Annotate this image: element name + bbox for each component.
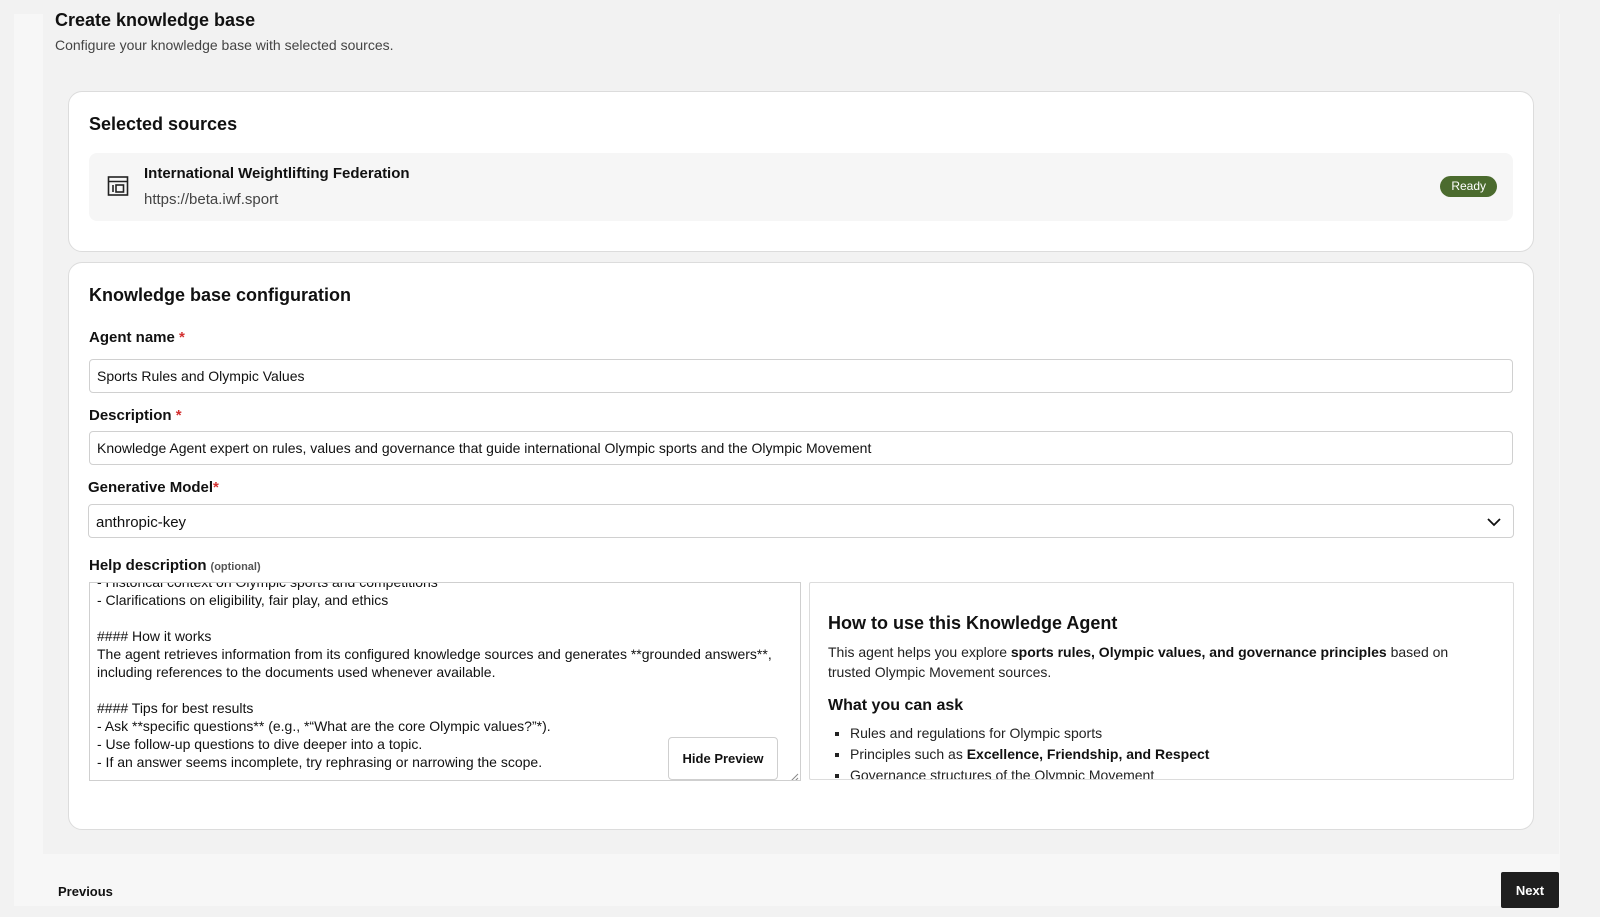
- list-item-prefix: Principles such as: [850, 746, 967, 762]
- source-name: International Weightlifting Federation: [144, 165, 410, 182]
- list-item: Governance structures of the Olympic Mov…: [850, 765, 1209, 779]
- help-description-label-text: Help description: [89, 557, 207, 574]
- list-item: Principles such as Excellence, Friendshi…: [850, 744, 1209, 765]
- description-input[interactable]: [89, 431, 1513, 465]
- configuration-title: Knowledge base configuration: [89, 285, 352, 305]
- previous-button[interactable]: Previous: [58, 884, 113, 899]
- preview-intro-prefix: This agent helps you explore: [828, 644, 1011, 660]
- preview-intro-bold: sports rules, Olympic values, and govern…: [1010, 644, 1387, 660]
- selected-sources-card: Selected sources International Weightlif…: [68, 91, 1534, 252]
- agent-name-input[interactable]: [89, 359, 1513, 393]
- list-item-bold: Excellence, Friendship, and Respect: [966, 746, 1210, 762]
- generative-model-label-text: Generative Model: [88, 479, 214, 496]
- chevron-down-icon: [1486, 514, 1502, 530]
- hide-preview-button[interactable]: Hide Preview: [668, 737, 778, 780]
- status-badge: Ready: [1440, 176, 1497, 197]
- required-mark: *: [175, 407, 182, 424]
- required-mark: *: [213, 479, 219, 496]
- configuration-card: Knowledge base configuration Agent name …: [68, 262, 1534, 830]
- help-description-label: Help description (optional): [89, 557, 261, 574]
- page-title: Create knowledge base: [55, 10, 256, 30]
- source-item[interactable]: International Weightlifting Federation h…: [89, 153, 1513, 221]
- next-button[interactable]: Next: [1501, 872, 1559, 908]
- generative-model-label: Generative Model*: [88, 479, 219, 496]
- web-page-icon: [107, 175, 129, 197]
- generative-model-select[interactable]: anthropic-key: [88, 504, 1514, 538]
- agent-name-label-text: Agent name: [89, 329, 175, 346]
- optional-tag: (optional): [210, 561, 261, 573]
- preview-subheading: What you can ask: [828, 697, 964, 714]
- page-subtitle: Configure your knowledge base with selec…: [55, 37, 394, 53]
- list-item: Rules and regulations for Olympic sports: [850, 723, 1209, 744]
- help-preview-panel: How to use this Knowledge Agent This age…: [809, 582, 1514, 780]
- description-label-text: Description: [89, 407, 172, 424]
- preview-list: Rules and regulations for Olympic sports…: [828, 723, 1209, 779]
- source-url: https://beta.iwf.sport: [144, 191, 279, 208]
- preview-intro: This agent helps you explore sports rule…: [828, 642, 1488, 682]
- generative-model-value: anthropic-key: [96, 514, 187, 531]
- preview-heading: How to use this Knowledge Agent: [828, 613, 1118, 633]
- agent-name-label: Agent name *: [89, 329, 185, 346]
- required-mark: *: [179, 329, 185, 346]
- selected-sources-title: Selected sources: [89, 114, 238, 134]
- description-label: Description *: [89, 407, 182, 424]
- resize-handle-icon[interactable]: [789, 769, 799, 780]
